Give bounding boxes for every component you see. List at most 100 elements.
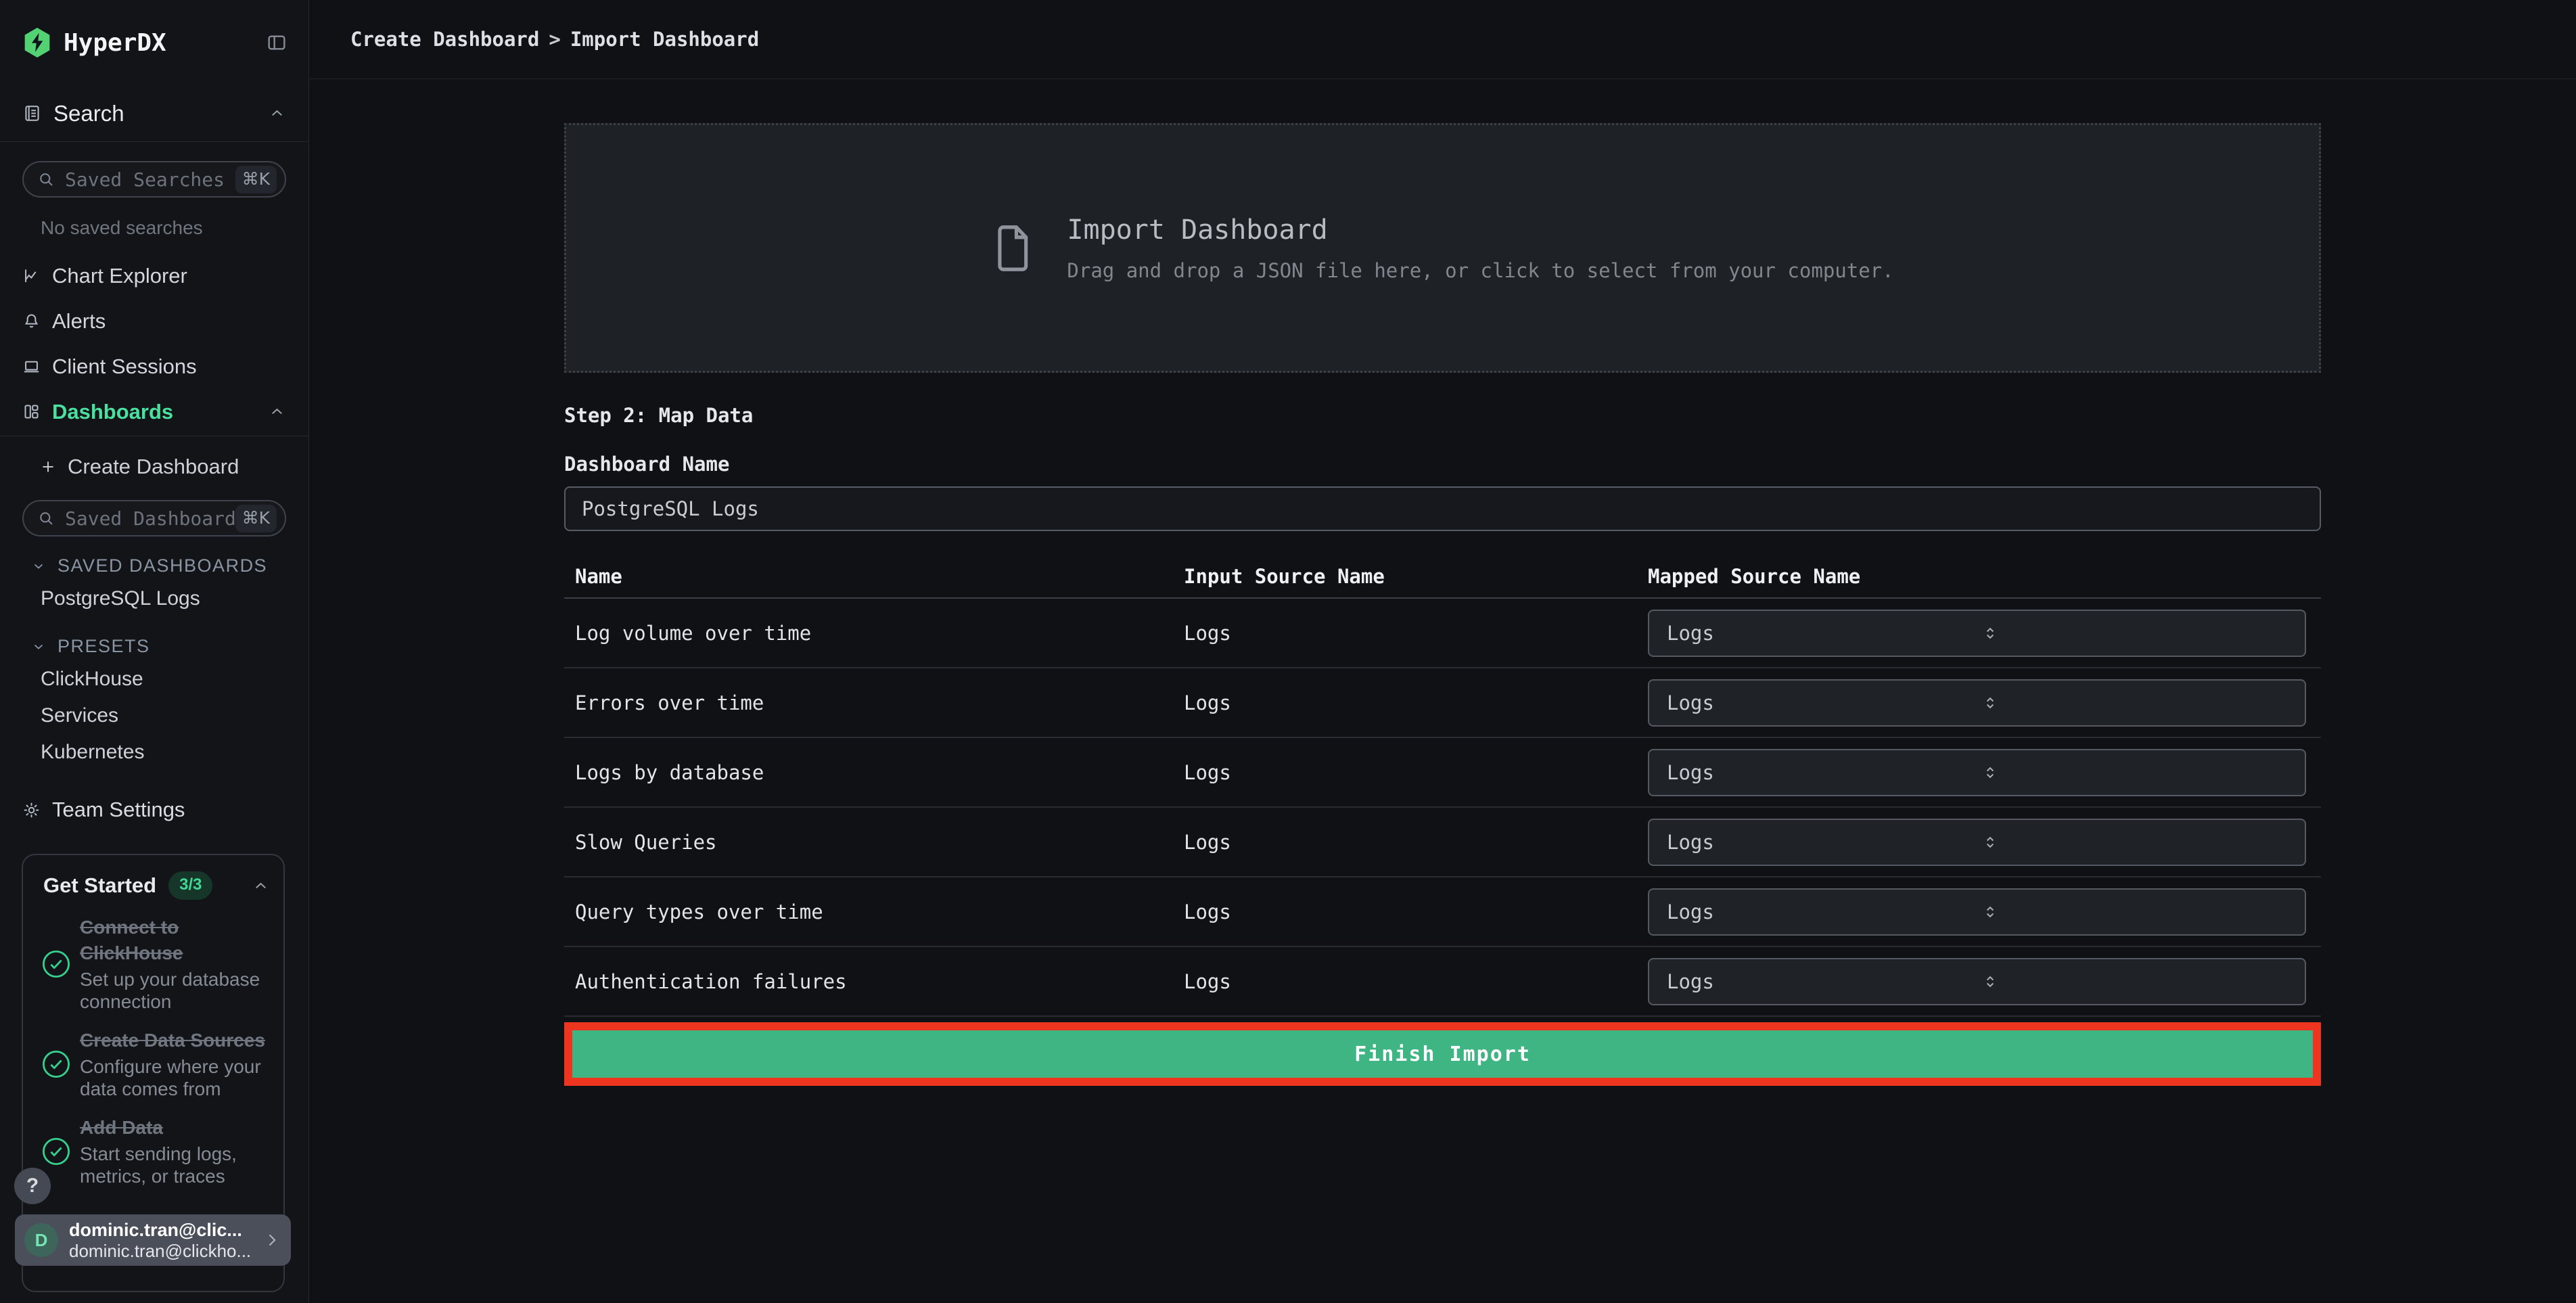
table-row: Query types over time Logs Logs [564, 877, 2321, 947]
row-input-source: Logs [1184, 621, 1231, 645]
import-dropzone[interactable]: Import Dashboard Drag and drop a JSON fi… [564, 123, 2321, 373]
kbd-shortcut-badge: ⌘K [235, 165, 277, 193]
mapped-source-select[interactable]: Logs [1648, 748, 2306, 796]
selector-up-down-icon [1980, 623, 2293, 643]
sidebar-item-alerts[interactable]: Alerts [0, 298, 308, 344]
row-input-source: Logs [1184, 760, 1231, 784]
presets-group-header[interactable]: PRESETS [0, 636, 308, 657]
select-value: Logs [1667, 691, 1714, 714]
table-row: Slow Queries Logs Logs [564, 808, 2321, 877]
mapped-source-select[interactable]: Logs [1648, 679, 2306, 727]
group-label: SAVED DASHBOARDS [58, 555, 268, 576]
main-area: Create Dashboard > Import Dashboard Impo… [309, 0, 2576, 1303]
breadcrumb-import-dashboard: Import Dashboard [570, 28, 760, 51]
file-document-icon [991, 223, 1033, 274]
table-row: Authentication failures Logs Logs [564, 947, 2321, 1017]
mapped-source-select[interactable]: Logs [1648, 888, 2306, 936]
dashboard-name-input[interactable] [564, 486, 2321, 531]
dashboards-grid-icon [22, 403, 41, 421]
help-button[interactable]: ? [14, 1168, 51, 1204]
sidebar-item-dashboards[interactable]: Dashboards [0, 389, 308, 434]
chevron-right-icon [262, 1231, 281, 1250]
table-row: Logs by database Logs Logs [564, 738, 2321, 808]
saved-dashboards-input-wrap: ⌘K [22, 500, 286, 536]
get-started-step-connect[interactable]: Connect to ClickHouse Set up your databa… [32, 915, 270, 1013]
group-label: PRESETS [58, 636, 150, 656]
no-saved-searches-text: No saved searches [41, 217, 203, 238]
search-panel-icon [22, 104, 42, 123]
sidebar-item-chart-explorer[interactable]: Chart Explorer [0, 253, 308, 298]
get-started-progress-badge: 3/3 [168, 871, 213, 900]
step-title: Connect to ClickHouse [80, 917, 183, 963]
get-started-header[interactable]: Get Started 3/3 [32, 871, 270, 900]
preset-item-services[interactable]: Services [0, 698, 308, 734]
saved-searches-input[interactable] [65, 168, 235, 191]
table-header-row: Name Input Source Name Mapped Source Nam… [564, 555, 2321, 599]
saved-dashboards-group-header[interactable]: SAVED DASHBOARDS [0, 555, 308, 576]
column-header-name: Name [575, 565, 622, 588]
row-input-source: Logs [1184, 900, 1231, 923]
chart-line-icon [22, 267, 41, 285]
row-input-source: Logs [1184, 830, 1231, 854]
mapped-source-select[interactable]: Logs [1648, 818, 2306, 866]
select-value: Logs [1667, 621, 1714, 645]
select-value: Logs [1667, 900, 1714, 923]
selector-up-down-icon [1980, 762, 2293, 783]
team-settings-label: Team Settings [52, 798, 185, 821]
mapping-table: Name Input Source Name Mapped Source Nam… [564, 555, 2321, 1017]
step-subtitle: Set up your database connection [80, 969, 260, 1012]
finish-import-button[interactable]: Finish Import [572, 1030, 2313, 1078]
saved-dashboards-group: SAVED DASHBOARDS PostgreSQL Logs [0, 555, 308, 617]
chevron-up-icon [268, 403, 286, 421]
get-started-step-sources[interactable]: Create Data Sources Configure where your… [32, 1028, 270, 1100]
table-row: Errors over time Logs Logs [564, 668, 2321, 738]
mapped-source-select[interactable]: Logs [1648, 609, 2306, 657]
row-name: Logs by database [575, 760, 764, 784]
nav-label: Chart Explorer [52, 263, 187, 288]
user-account-chip[interactable]: D dominic.tran@clic... dominic.tran@clic… [15, 1214, 291, 1266]
dropzone-title: Import Dashboard [1067, 214, 1328, 246]
sidebar-item-team-settings[interactable]: Team Settings [0, 788, 308, 831]
preset-item-kubernetes[interactable]: Kubernetes [0, 734, 308, 771]
sidebar-item-search[interactable]: Search [0, 85, 308, 142]
create-dashboard-button[interactable]: Create Dashboard [0, 436, 308, 497]
preset-item-clickhouse[interactable]: ClickHouse [0, 661, 308, 698]
saved-searches-input-wrap: ⌘K [22, 161, 286, 198]
saved-dashboards-input[interactable] [65, 507, 235, 530]
dashboard-name-label: Dashboard Name [564, 453, 730, 476]
search-icon [40, 511, 53, 525]
dashboard-item-postgresql-logs[interactable]: PostgreSQL Logs [0, 580, 308, 617]
check-circle-icon [32, 1048, 80, 1080]
breadcrumb-separator: > [549, 28, 561, 51]
get-started-step-add-data[interactable]: Add Data Start sending logs, metrics, or… [32, 1115, 270, 1187]
table-row: Log volume over time Logs Logs [564, 599, 2321, 668]
app-logo-row: HyperDX [0, 0, 308, 85]
chevron-up-icon [268, 104, 286, 122]
selector-up-down-icon [1980, 902, 2293, 922]
select-value: Logs [1667, 830, 1714, 854]
app-title: HyperDX [64, 28, 166, 57]
get-started-title: Get Started [43, 873, 157, 897]
kbd-shortcut-badge: ⌘K [235, 504, 277, 532]
select-value: Logs [1667, 760, 1714, 784]
nav-label: Alerts [52, 308, 106, 333]
chevron-down-icon [30, 639, 47, 655]
sidebar-collapse-icon[interactable] [265, 32, 288, 53]
selector-up-down-icon [1980, 971, 2293, 992]
gear-icon [22, 801, 41, 819]
column-header-input-source: Input Source Name [1184, 565, 1385, 588]
sidebar: HyperDX Search ⌘K No saved searches Char… [0, 0, 309, 1303]
mapped-source-select[interactable]: Logs [1648, 957, 2306, 1005]
chevron-up-icon [252, 877, 270, 895]
bell-icon [22, 312, 41, 330]
breadcrumb-create-dashboard[interactable]: Create Dashboard [350, 28, 539, 51]
sidebar-nav: Chart Explorer Alerts Client Sessions Da… [0, 253, 308, 436]
step-title: Create Data Sources [80, 1030, 265, 1051]
column-header-mapped-source: Mapped Source Name [1648, 565, 1861, 588]
step-subtitle: Start sending logs, metrics, or traces [80, 1143, 237, 1187]
selector-up-down-icon [1980, 832, 2293, 852]
nav-label: Client Sessions [52, 354, 197, 378]
row-name: Query types over time [575, 900, 823, 923]
sidebar-item-client-sessions[interactable]: Client Sessions [0, 344, 308, 389]
row-input-source: Logs [1184, 969, 1231, 993]
